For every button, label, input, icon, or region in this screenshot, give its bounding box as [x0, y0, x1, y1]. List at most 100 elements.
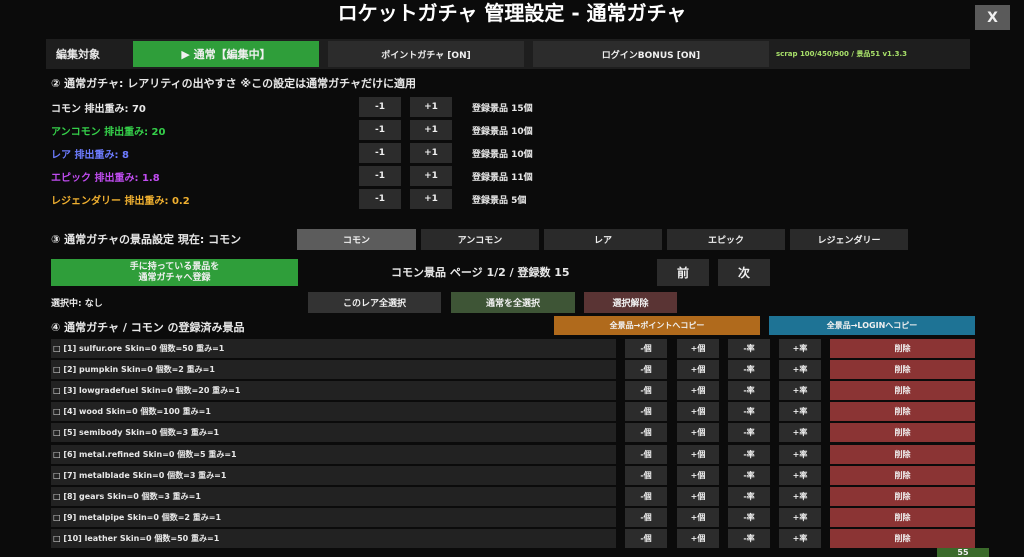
rate-minus-button[interactable]: -率 — [728, 423, 770, 443]
rate-minus-button[interactable]: -率 — [728, 486, 770, 506]
rate-minus-button[interactable]: -率 — [728, 444, 770, 464]
register-held-item-button[interactable]: 手に持っている景品を 通常ガチャへ登録 — [51, 259, 298, 286]
item-row[interactable]: □ [5] semibody Skin=0 個数=3 重み=1 — [51, 423, 616, 443]
qty-minus-button[interactable]: -個 — [625, 381, 667, 401]
weight-plus-button[interactable]: +1 — [410, 143, 452, 163]
item-label: □ [2] pumpkin Skin=0 個数=2 重み=1 — [53, 365, 215, 375]
delete-button[interactable]: 削除 — [830, 360, 975, 380]
rate-minus-button[interactable]: -率 — [728, 381, 770, 401]
rate-plus-button[interactable]: +率 — [779, 444, 821, 464]
rate-plus-button[interactable]: +率 — [779, 486, 821, 506]
rate-minus-button[interactable]: -率 — [728, 465, 770, 485]
deselect-button[interactable]: 選択解除 — [584, 292, 677, 313]
qty-plus-button[interactable]: +個 — [677, 507, 719, 527]
rate-minus-button[interactable]: -率 — [728, 402, 770, 422]
item-label: □ [1] sulfur.ore Skin=0 個数=50 重み=1 — [53, 344, 225, 353]
rarity-label: エピック 排出重み: 1.8 — [51, 172, 160, 184]
qty-plus-button[interactable]: +個 — [677, 465, 719, 485]
weight-plus-button[interactable]: +1 — [410, 97, 452, 117]
qty-plus-button[interactable]: +個 — [677, 528, 719, 548]
rarity-label: アンコモン 排出重み: 20 — [51, 126, 166, 138]
item-row[interactable]: □ [4] wood Skin=0 個数=100 重み=1 — [51, 402, 616, 422]
tab-login-bonus[interactable]: ログインBONUS [ON] — [533, 41, 769, 67]
rate-plus-button[interactable]: +率 — [779, 423, 821, 443]
qty-plus-button[interactable]: +個 — [677, 339, 719, 358]
select-normal-all-button[interactable]: 通常を全選択 — [451, 292, 575, 313]
qty-minus-button[interactable]: -個 — [625, 486, 667, 506]
item-label: □ [4] wood Skin=0 個数=100 重み=1 — [53, 407, 211, 417]
qty-plus-button[interactable]: +個 — [677, 444, 719, 464]
next-page-button[interactable]: 次 — [718, 259, 770, 286]
qty-minus-button[interactable]: -個 — [625, 423, 667, 443]
tab-uncommon[interactable]: アンコモン — [421, 229, 539, 250]
rate-plus-button[interactable]: +率 — [779, 465, 821, 485]
delete-button[interactable]: 削除 — [830, 423, 975, 443]
qty-minus-button[interactable]: -個 — [625, 465, 667, 485]
edit-target-label: 編集対象 — [56, 48, 100, 61]
item-row[interactable]: □ [3] lowgradefuel Skin=0 個数=20 重み=1 — [51, 381, 616, 401]
delete-button[interactable]: 削除 — [830, 507, 975, 527]
rate-plus-button[interactable]: +率 — [779, 339, 821, 358]
qty-plus-button[interactable]: +個 — [677, 423, 719, 443]
copy-to-login-button[interactable]: 全景品→LOGINへコピー — [769, 316, 975, 335]
qty-minus-button[interactable]: -個 — [625, 339, 667, 358]
select-rarity-all-button[interactable]: このレア全選択 — [308, 292, 441, 313]
rate-minus-button[interactable]: -率 — [728, 528, 770, 548]
weight-minus-button[interactable]: -1 — [359, 189, 401, 209]
tab-epic[interactable]: エピック — [667, 229, 785, 250]
delete-button[interactable]: 削除 — [830, 402, 975, 422]
rate-plus-button[interactable]: +率 — [779, 360, 821, 380]
qty-plus-button[interactable]: +個 — [677, 360, 719, 380]
item-row[interactable]: □ [1] sulfur.ore Skin=0 個数=50 重み=1 — [51, 339, 616, 358]
rate-minus-button[interactable]: -率 — [728, 360, 770, 380]
weight-plus-button[interactable]: +1 — [410, 166, 452, 186]
delete-button[interactable]: 削除 — [830, 339, 975, 358]
version-info: scrap 100/450/900 / 景品51 v1.3.3 — [776, 50, 907, 58]
weight-plus-button[interactable]: +1 — [410, 120, 452, 140]
delete-button[interactable]: 削除 — [830, 528, 975, 548]
tab-normal-gacha[interactable]: ▶ 通常【編集中】 — [133, 41, 319, 67]
qty-plus-button[interactable]: +個 — [677, 381, 719, 401]
prev-page-button[interactable]: 前 — [657, 259, 709, 286]
delete-button[interactable]: 削除 — [830, 465, 975, 485]
weight-minus-button[interactable]: -1 — [359, 120, 401, 140]
item-label: □ [8] gears Skin=0 個数=3 重み=1 — [53, 491, 201, 501]
rarity-label: レア 排出重み: 8 — [51, 149, 129, 161]
weight-minus-button[interactable]: -1 — [359, 143, 401, 163]
item-row[interactable]: □ [6] metal.refined Skin=0 個数=5 重み=1 — [51, 444, 616, 464]
rate-plus-button[interactable]: +率 — [779, 402, 821, 422]
weight-minus-button[interactable]: -1 — [359, 166, 401, 186]
item-row[interactable]: □ [10] leather Skin=0 個数=50 重み=1 — [51, 528, 616, 548]
page-info: コモン景品 ページ 1/2 / 登録数 15 — [391, 266, 570, 279]
weight-minus-button[interactable]: -1 — [359, 97, 401, 117]
item-row[interactable]: □ [2] pumpkin Skin=0 個数=2 重み=1 — [51, 360, 616, 380]
rate-plus-button[interactable]: +率 — [779, 528, 821, 548]
rate-plus-button[interactable]: +率 — [779, 507, 821, 527]
tab-point-gacha[interactable]: ポイントガチャ [ON] — [328, 41, 524, 67]
qty-minus-button[interactable]: -個 — [625, 528, 667, 548]
rate-minus-button[interactable]: -率 — [728, 507, 770, 527]
rarity-label: レジェンダリー 排出重み: 0.2 — [51, 195, 190, 207]
qty-minus-button[interactable]: -個 — [625, 360, 667, 380]
qty-minus-button[interactable]: -個 — [625, 444, 667, 464]
item-row[interactable]: □ [9] metalpipe Skin=0 個数=2 重み=1 — [51, 507, 616, 527]
selection-status: 選択中: なし — [51, 298, 103, 309]
tab-common[interactable]: コモン — [297, 229, 416, 250]
tab-legendary[interactable]: レジェンダリー — [790, 229, 908, 250]
qty-minus-button[interactable]: -個 — [625, 507, 667, 527]
qty-plus-button[interactable]: +個 — [677, 486, 719, 506]
item-row[interactable]: □ [8] gears Skin=0 個数=3 重み=1 — [51, 486, 616, 506]
item-row[interactable]: □ [7] metalblade Skin=0 個数=3 重み=1 — [51, 465, 616, 485]
close-button[interactable]: X — [975, 5, 1010, 30]
rate-plus-button[interactable]: +率 — [779, 381, 821, 401]
delete-button[interactable]: 削除 — [830, 444, 975, 464]
rate-minus-button[interactable]: -率 — [728, 339, 770, 358]
delete-button[interactable]: 削除 — [830, 486, 975, 506]
delete-button[interactable]: 削除 — [830, 381, 975, 401]
qty-minus-button[interactable]: -個 — [625, 402, 667, 422]
weight-plus-button[interactable]: +1 — [410, 189, 452, 209]
copy-to-point-button[interactable]: 全景品→ポイントへコピー — [554, 316, 760, 335]
page-title: ロケットガチャ 管理設定 - 通常ガチャ — [337, 1, 687, 25]
qty-plus-button[interactable]: +個 — [677, 402, 719, 422]
tab-rare[interactable]: レア — [544, 229, 662, 250]
